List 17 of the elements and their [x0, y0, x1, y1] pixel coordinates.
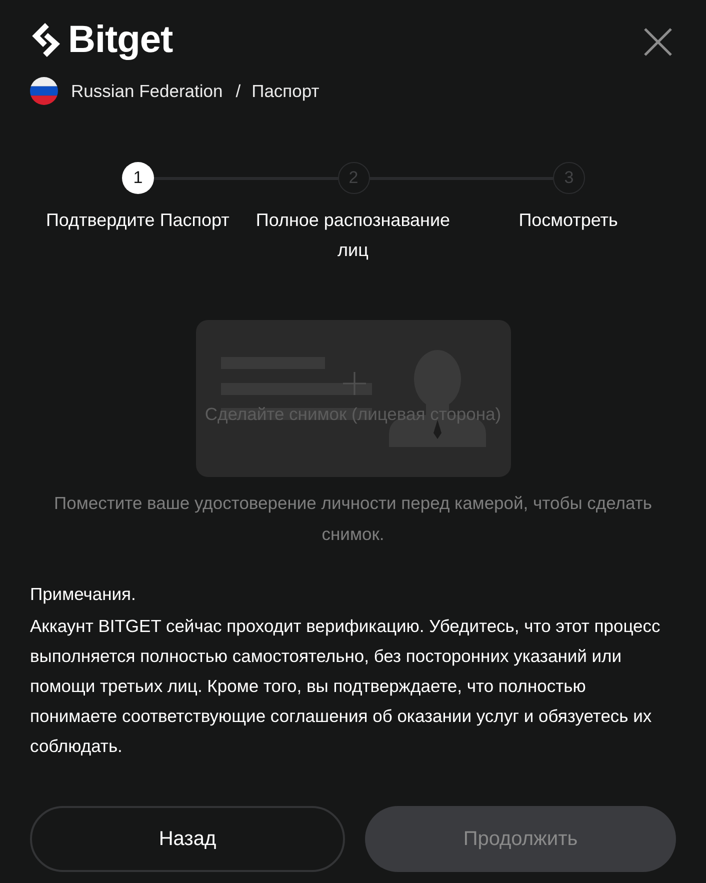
logo-text: Bitget: [68, 22, 173, 58]
flag-icon: [30, 77, 58, 105]
plus-icon: [342, 372, 366, 395]
hint-text: Поместите ваше удостоверение личности перед камерой, чтобы сделать снимок.: [53, 492, 653, 546]
step-label: Посмотреть: [518, 209, 618, 232]
step-label: Полное распознавание лиц: [254, 209, 452, 262]
logo-icon: [30, 22, 62, 58]
back-button[interactable]: Назад: [30, 806, 345, 872]
close-icon: [644, 28, 672, 56]
notes-title: Примечания.: [30, 583, 137, 606]
breadcrumb-separator: /: [236, 80, 241, 102]
document-type: Паспорт: [252, 80, 320, 102]
close-button[interactable]: [644, 28, 672, 56]
notes-text: Аккаунт BITGET сейчас проходит верификацию. Убедитесь, что этот процесс выполняется полностью самостоятельно, без посторонних указаний или помощи третьих лиц. Кроме того, вы подтверждаете, что полностью понимаете соответствующие соглашения об оказании услуг и обязуетесь их соблюдать.: [30, 615, 662, 758]
country-name: Russian Federation: [71, 80, 223, 102]
step-label: Подтвердите Паспорт: [46, 209, 230, 232]
step-number: 1: [122, 162, 154, 194]
